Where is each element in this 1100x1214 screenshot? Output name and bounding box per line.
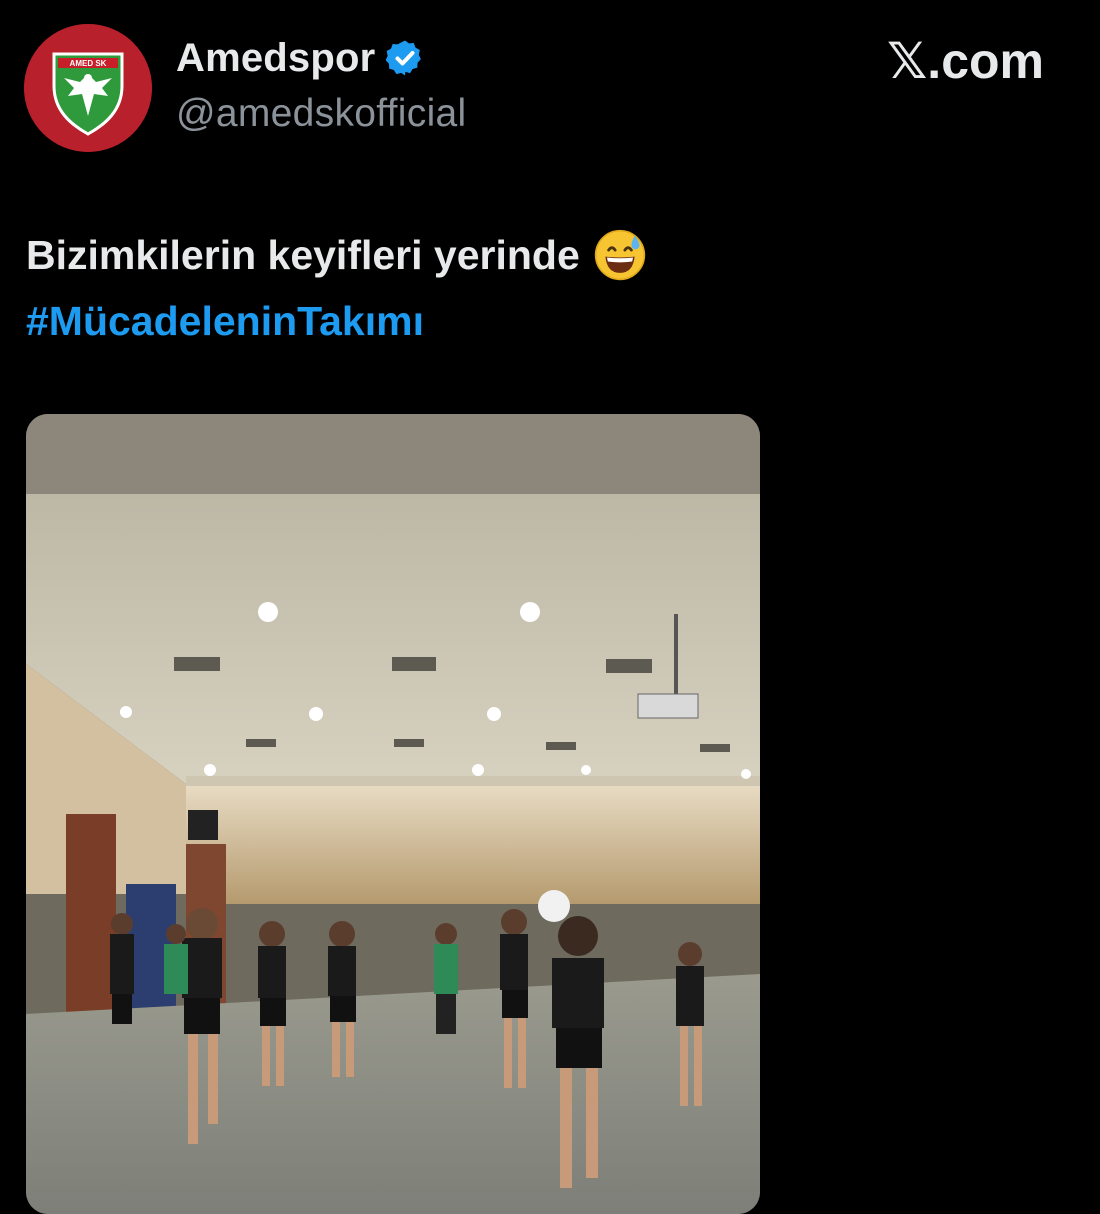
brand-logo: 𝕏 .com bbox=[887, 32, 1044, 90]
video-thumbnail-icon bbox=[26, 414, 760, 1214]
account-names: Amedspor @amedskofficial bbox=[176, 34, 467, 136]
tweet-body: Bizimkilerin keyifleri yerinde #Mücadele… bbox=[26, 222, 646, 354]
tweet-header: AMED SK Amedspor @amedskofficial 𝕏 .com bbox=[24, 24, 1076, 154]
brand-domain: .com bbox=[927, 33, 1044, 89]
svg-text:AMED SK: AMED SK bbox=[70, 59, 107, 68]
display-name[interactable]: Amedspor bbox=[176, 36, 375, 81]
grinning-face-with-sweat-icon bbox=[594, 229, 645, 281]
verified-badge-icon bbox=[386, 40, 422, 76]
account-handle[interactable]: @amedskofficial bbox=[176, 92, 467, 136]
hashtag-link[interactable]: #MücadeleninTakımı bbox=[26, 288, 424, 354]
x-logo-icon: 𝕏 bbox=[887, 32, 928, 90]
tweet-media[interactable] bbox=[26, 414, 760, 1214]
club-crest-icon: AMED SK bbox=[24, 24, 152, 152]
tweet-text: Bizimkilerin keyifleri yerinde bbox=[26, 232, 580, 278]
avatar[interactable]: AMED SK bbox=[24, 24, 152, 152]
